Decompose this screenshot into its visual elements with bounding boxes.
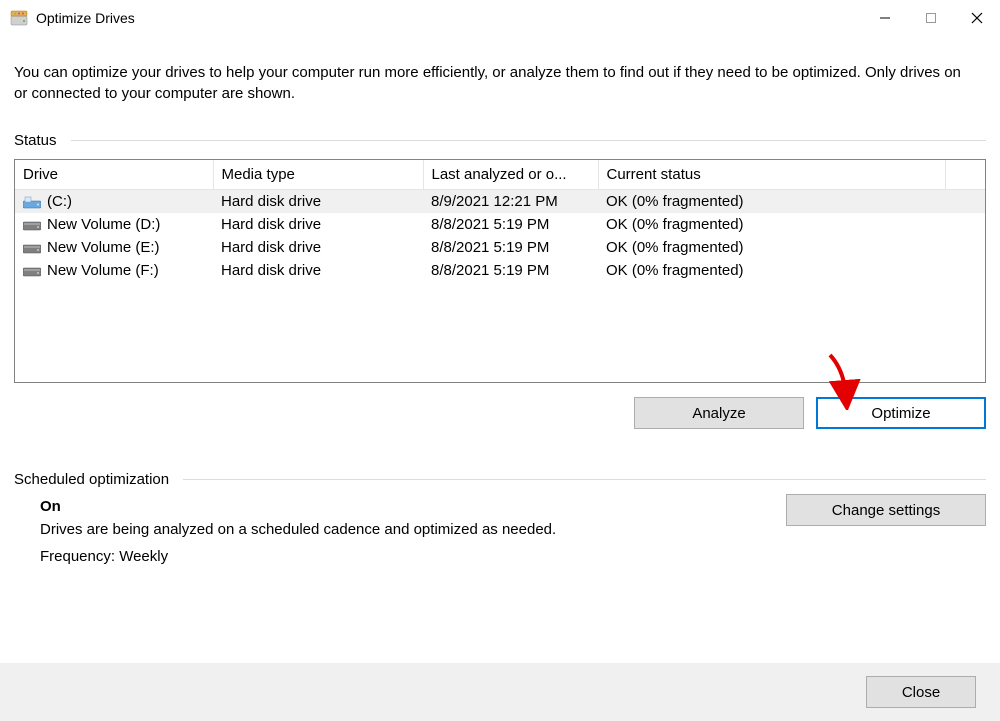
table-row[interactable]: New Volume (E:) Hard disk drive8/8/2021 5… xyxy=(15,236,985,259)
scheduled-label: Scheduled optimization xyxy=(14,471,169,488)
footer: Close xyxy=(0,663,1000,721)
divider xyxy=(183,479,986,480)
drive-last: 8/8/2021 5:19 PM xyxy=(423,259,598,282)
status-label: Status xyxy=(14,132,57,149)
drive-icon xyxy=(23,218,41,232)
close-window-button[interactable]: Close xyxy=(866,676,976,708)
drive-icon xyxy=(23,195,41,209)
drive-media: Hard disk drive xyxy=(213,213,423,236)
drive-media: Hard disk drive xyxy=(213,259,423,282)
col-media[interactable]: Media type xyxy=(213,160,423,190)
window-controls xyxy=(862,0,1000,36)
drive-name: New Volume (F:) xyxy=(47,262,159,279)
optimize-button[interactable]: Optimize xyxy=(816,397,986,429)
divider xyxy=(71,140,986,141)
col-last[interactable]: Last analyzed or o... xyxy=(423,160,598,190)
drive-table[interactable]: Drive Media type Last analyzed or o... C… xyxy=(14,159,986,383)
col-drive[interactable]: Drive xyxy=(15,160,213,190)
table-row[interactable]: New Volume (D:) Hard disk drive8/8/2021 5… xyxy=(15,213,985,236)
drive-status: OK (0% fragmented) xyxy=(598,259,945,282)
table-row[interactable]: (C:) Hard disk drive8/9/2021 12:21 PMOK (… xyxy=(15,190,985,214)
maximize-button[interactable] xyxy=(908,0,954,36)
analyze-button[interactable]: Analyze xyxy=(634,397,804,429)
drive-last: 8/8/2021 5:19 PM xyxy=(423,213,598,236)
drive-icon xyxy=(23,264,41,278)
drive-icon xyxy=(23,241,41,255)
drive-name: (C:) xyxy=(47,193,72,210)
drive-status: OK (0% fragmented) xyxy=(598,236,945,259)
titlebar: Optimize Drives xyxy=(0,0,1000,36)
scheduled-frequency: Frequency: Weekly xyxy=(40,548,986,565)
drive-media: Hard disk drive xyxy=(213,190,423,214)
drive-last: 8/9/2021 12:21 PM xyxy=(423,190,598,214)
col-spacer xyxy=(945,160,985,190)
window-title: Optimize Drives xyxy=(36,10,135,26)
drive-media: Hard disk drive xyxy=(213,236,423,259)
scheduled-section-header: Scheduled optimization xyxy=(14,471,986,488)
change-settings-button[interactable]: Change settings xyxy=(786,494,986,526)
drive-status: OK (0% fragmented) xyxy=(598,213,945,236)
drive-name: New Volume (D:) xyxy=(47,216,160,233)
col-status[interactable]: Current status xyxy=(598,160,945,190)
app-icon xyxy=(10,9,28,27)
drive-last: 8/8/2021 5:19 PM xyxy=(423,236,598,259)
close-button[interactable] xyxy=(954,0,1000,36)
status-section-header: Status xyxy=(14,132,986,149)
description-text: You can optimize your drives to help you… xyxy=(14,62,986,104)
table-row[interactable]: New Volume (F:) Hard disk drive8/8/2021 5… xyxy=(15,259,985,282)
drive-name: New Volume (E:) xyxy=(47,239,160,256)
minimize-button[interactable] xyxy=(862,0,908,36)
drive-status: OK (0% fragmented) xyxy=(598,190,945,214)
